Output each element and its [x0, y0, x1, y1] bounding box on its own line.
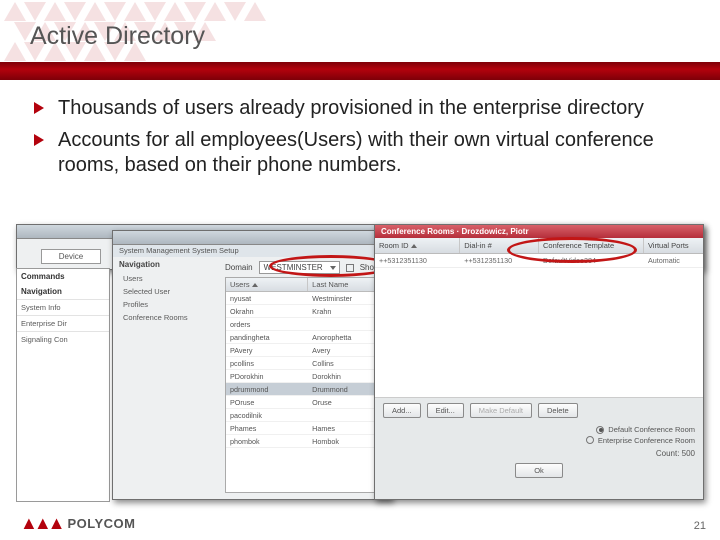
table-row[interactable]: orders — [226, 318, 384, 331]
accent-band — [0, 62, 720, 80]
brand-logo: ▲▲▲ POLYCOM — [20, 514, 135, 532]
page-number: 21 — [694, 520, 706, 532]
button-row: Add... Edit... Make Default Delete — [375, 398, 703, 423]
domain-label: Domain — [225, 263, 253, 272]
brand-name: POLYCOM — [67, 516, 135, 531]
count-label: Count: 500 — [375, 448, 703, 461]
window-conference-rooms: Conference Rooms · Drozdowicz, Piotr Roo… — [374, 224, 704, 500]
edit-button[interactable]: Edit... — [427, 403, 464, 418]
sidebar-item-signaling[interactable]: Signaling Con — [17, 331, 109, 347]
logo-mark-icon: ▲▲▲ — [20, 514, 61, 532]
tab-device[interactable]: Device — [41, 249, 101, 264]
table-row[interactable]: nyusatWestminster — [226, 292, 384, 305]
sidebar-heading-commands: Commands — [17, 269, 109, 284]
title-bar: Active Directory — [0, 0, 720, 70]
table-row[interactable]: pacodilnik — [226, 409, 384, 422]
table-row[interactable]: PDorokhinDorokhin — [226, 370, 384, 383]
sidebar-heading-navigation: Navigation — [17, 284, 109, 299]
delete-button[interactable]: Delete — [538, 403, 578, 418]
ok-button[interactable]: Ok — [515, 463, 563, 478]
col-lastname[interactable]: Last Name — [308, 278, 384, 291]
window-header — [113, 231, 391, 245]
col-room-id[interactable]: Room ID — [375, 238, 460, 253]
add-button[interactable]: Add... — [383, 403, 421, 418]
window-users: System Management System Setup Navigatio… — [112, 230, 392, 500]
table-row[interactable]: PhamesHames — [226, 422, 384, 435]
col-users[interactable]: Users — [226, 278, 308, 291]
col-virtual-ports[interactable]: Virtual Ports — [644, 238, 703, 253]
ok-row: Ok — [375, 461, 703, 479]
radio-dot-icon — [586, 436, 594, 444]
radio-dot-icon — [596, 426, 604, 434]
users-table: Users Last Name nyusatWestminster Okrahn… — [225, 277, 385, 493]
sidebar-item-enterprise-dir[interactable]: Enterprise Dir — [17, 315, 109, 331]
table-row[interactable]: pdrummondDrummond — [226, 383, 384, 396]
sidebar-item-system[interactable]: System Info — [17, 299, 109, 315]
table-row[interactable]: PAveryAvery — [226, 344, 384, 357]
sort-caret-icon — [252, 283, 258, 287]
screenshot-area: X ideo Device Commands Navigation System… — [16, 224, 704, 502]
bullet-item: Thousands of users already provisioned i… — [30, 96, 690, 122]
table-row[interactable]: POruseOruse — [226, 396, 384, 409]
table-header: Users Last Name — [226, 278, 384, 292]
sidebar-panel: Commands Navigation System Info Enterpri… — [16, 268, 110, 502]
bullet-item: Accounts for all employees(Users) with t… — [30, 128, 690, 179]
cell-room-id: ++5312351130 — [375, 254, 460, 267]
table-row[interactable]: pandinghetaAnorophetta — [226, 331, 384, 344]
cell-ports: Automatic — [644, 254, 703, 267]
radio-enterprise-room[interactable]: Enterprise Conference Room — [586, 436, 695, 445]
table-row[interactable]: pcollinsCollins — [226, 357, 384, 370]
table-row[interactable]: OkrahnKrahn — [226, 305, 384, 318]
sort-caret-icon — [411, 244, 417, 248]
slide-title: Active Directory — [30, 22, 205, 51]
make-default-button[interactable]: Make Default — [470, 403, 532, 418]
conf-table-empty — [375, 268, 703, 398]
bullet-list: Thousands of users already provisioned i… — [30, 96, 690, 185]
table-row[interactable]: phombokHombok — [226, 435, 384, 448]
radio-default-room[interactable]: Default Conference Room — [596, 425, 695, 434]
radio-group: Default Conference Room Enterprise Confe… — [375, 423, 703, 448]
footer: ▲▲▲ POLYCOM 21 — [0, 506, 720, 540]
window-title: Conference Rooms · Drozdowicz, Piotr — [375, 225, 703, 238]
annotation-oval — [507, 237, 637, 263]
